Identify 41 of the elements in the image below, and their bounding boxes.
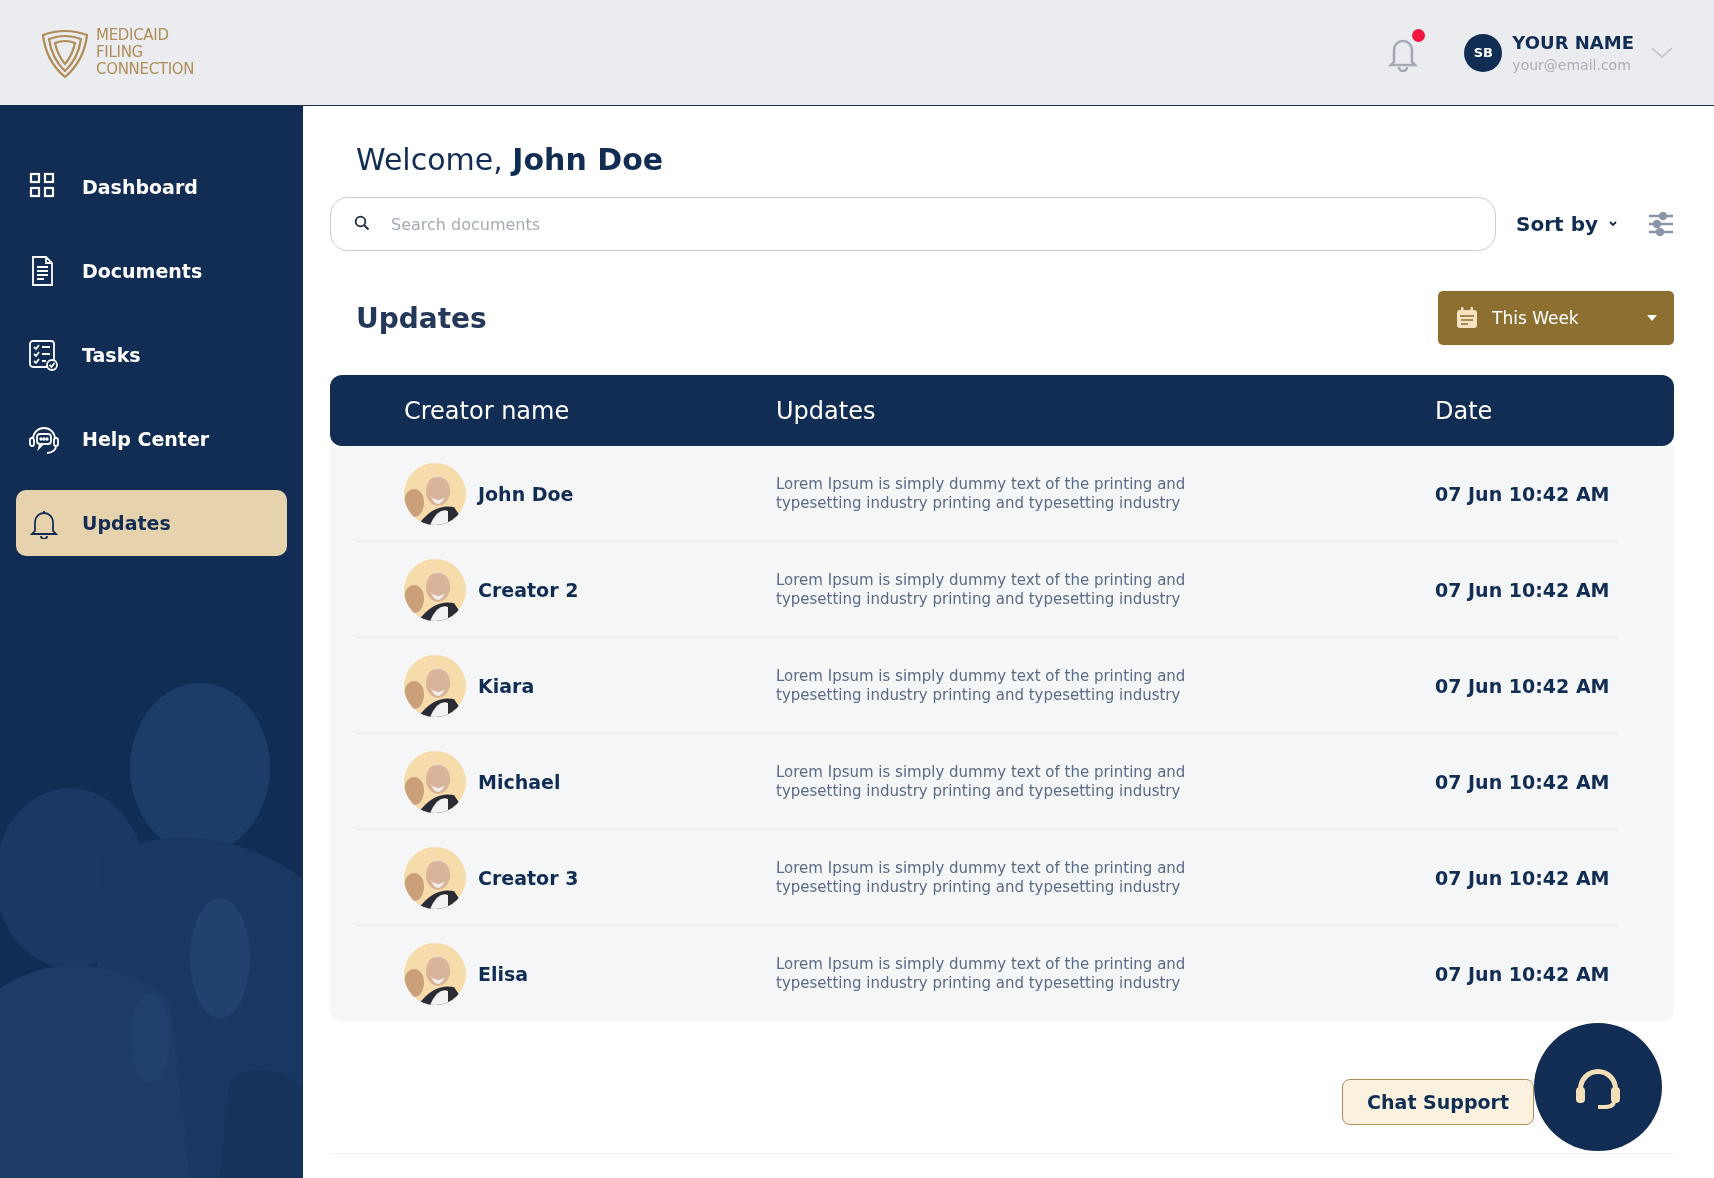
update-text: Lorem Ipsum is simply dummy text of the printing and typesetting industry printing and typesetting industry <box>776 954 1187 993</box>
date-cell-text: 07 Jun 10:42 AM <box>1435 962 1611 985</box>
update-text: Lorem Ipsum is simply dummy text of the printing and typesetting industry printing and typesetting industry <box>776 474 1187 513</box>
chat-support-button[interactable]: Chat Support <box>1342 1079 1534 1125</box>
creator-name: Elisa <box>478 962 529 985</box>
search-field[interactable]: Search documents <box>330 197 1497 251</box>
calendar-icon <box>1456 307 1478 329</box>
creator-name: Creator 2 <box>478 578 579 601</box>
date-cell-text: 07 Jun 10:42 AM <box>1435 578 1611 601</box>
nav-item[interactable]: Updates <box>16 490 287 556</box>
date-cell-text: 07 Jun 10:42 AM <box>1435 770 1611 793</box>
creator-name: Michael <box>478 770 561 793</box>
welcome-heading: Welcome, John Doe <box>355 142 665 177</box>
update-text: Lorem Ipsum is simply dummy text of the printing and typesetting industry printing and typesetting industry <box>776 858 1187 897</box>
tasks-icon <box>28 339 60 371</box>
creator-name: Kiara <box>478 674 535 697</box>
date-cell-text: 07 Jun 10:42 AM <box>1435 866 1611 889</box>
column-header: Date <box>1435 396 1494 425</box>
creator-name: John Doe <box>478 482 574 505</box>
creator-name: Creator 3 <box>478 866 579 889</box>
nav-item[interactable]: Documents <box>16 238 287 304</box>
nav-item[interactable]: Help Center <box>16 406 287 472</box>
update-text: Lorem Ipsum is simply dummy text of the printing and typesetting industry printing and typesetting industry <box>776 666 1187 705</box>
sort-button[interactable]: Sort by <box>1516 212 1618 236</box>
update-text: Lorem Ipsum is simply dummy text of the printing and typesetting industry printing and typesetting industry <box>776 570 1187 609</box>
brand-name: MEDICAID FILING CONNECTION <box>96 27 195 78</box>
date-cell-text: 07 Jun 10:42 AM <box>1435 674 1611 697</box>
section-title: Updates <box>356 301 487 335</box>
caret-icon <box>1608 220 1618 228</box>
column-header: Creator name <box>404 396 571 425</box>
period-dropdown[interactable]: This Week <box>1438 291 1674 345</box>
nav-item[interactable]: Dashboard <box>16 154 287 220</box>
nav-item[interactable]: Tasks <box>16 322 287 388</box>
column-header: Updates <box>776 396 877 425</box>
update-text: Lorem Ipsum is simply dummy text of the printing and typesetting industry printing and typesetting industry <box>776 762 1187 801</box>
user-name: YOUR NAME <box>1512 32 1634 53</box>
date-cell-text: 07 Jun 10:42 AM <box>1435 482 1611 505</box>
user-avatar[interactable]: SB <box>1464 33 1503 72</box>
caret-down-icon <box>1646 314 1658 322</box>
user-email: your@email.com <box>1512 57 1632 73</box>
filter-icon[interactable] <box>1648 212 1674 236</box>
